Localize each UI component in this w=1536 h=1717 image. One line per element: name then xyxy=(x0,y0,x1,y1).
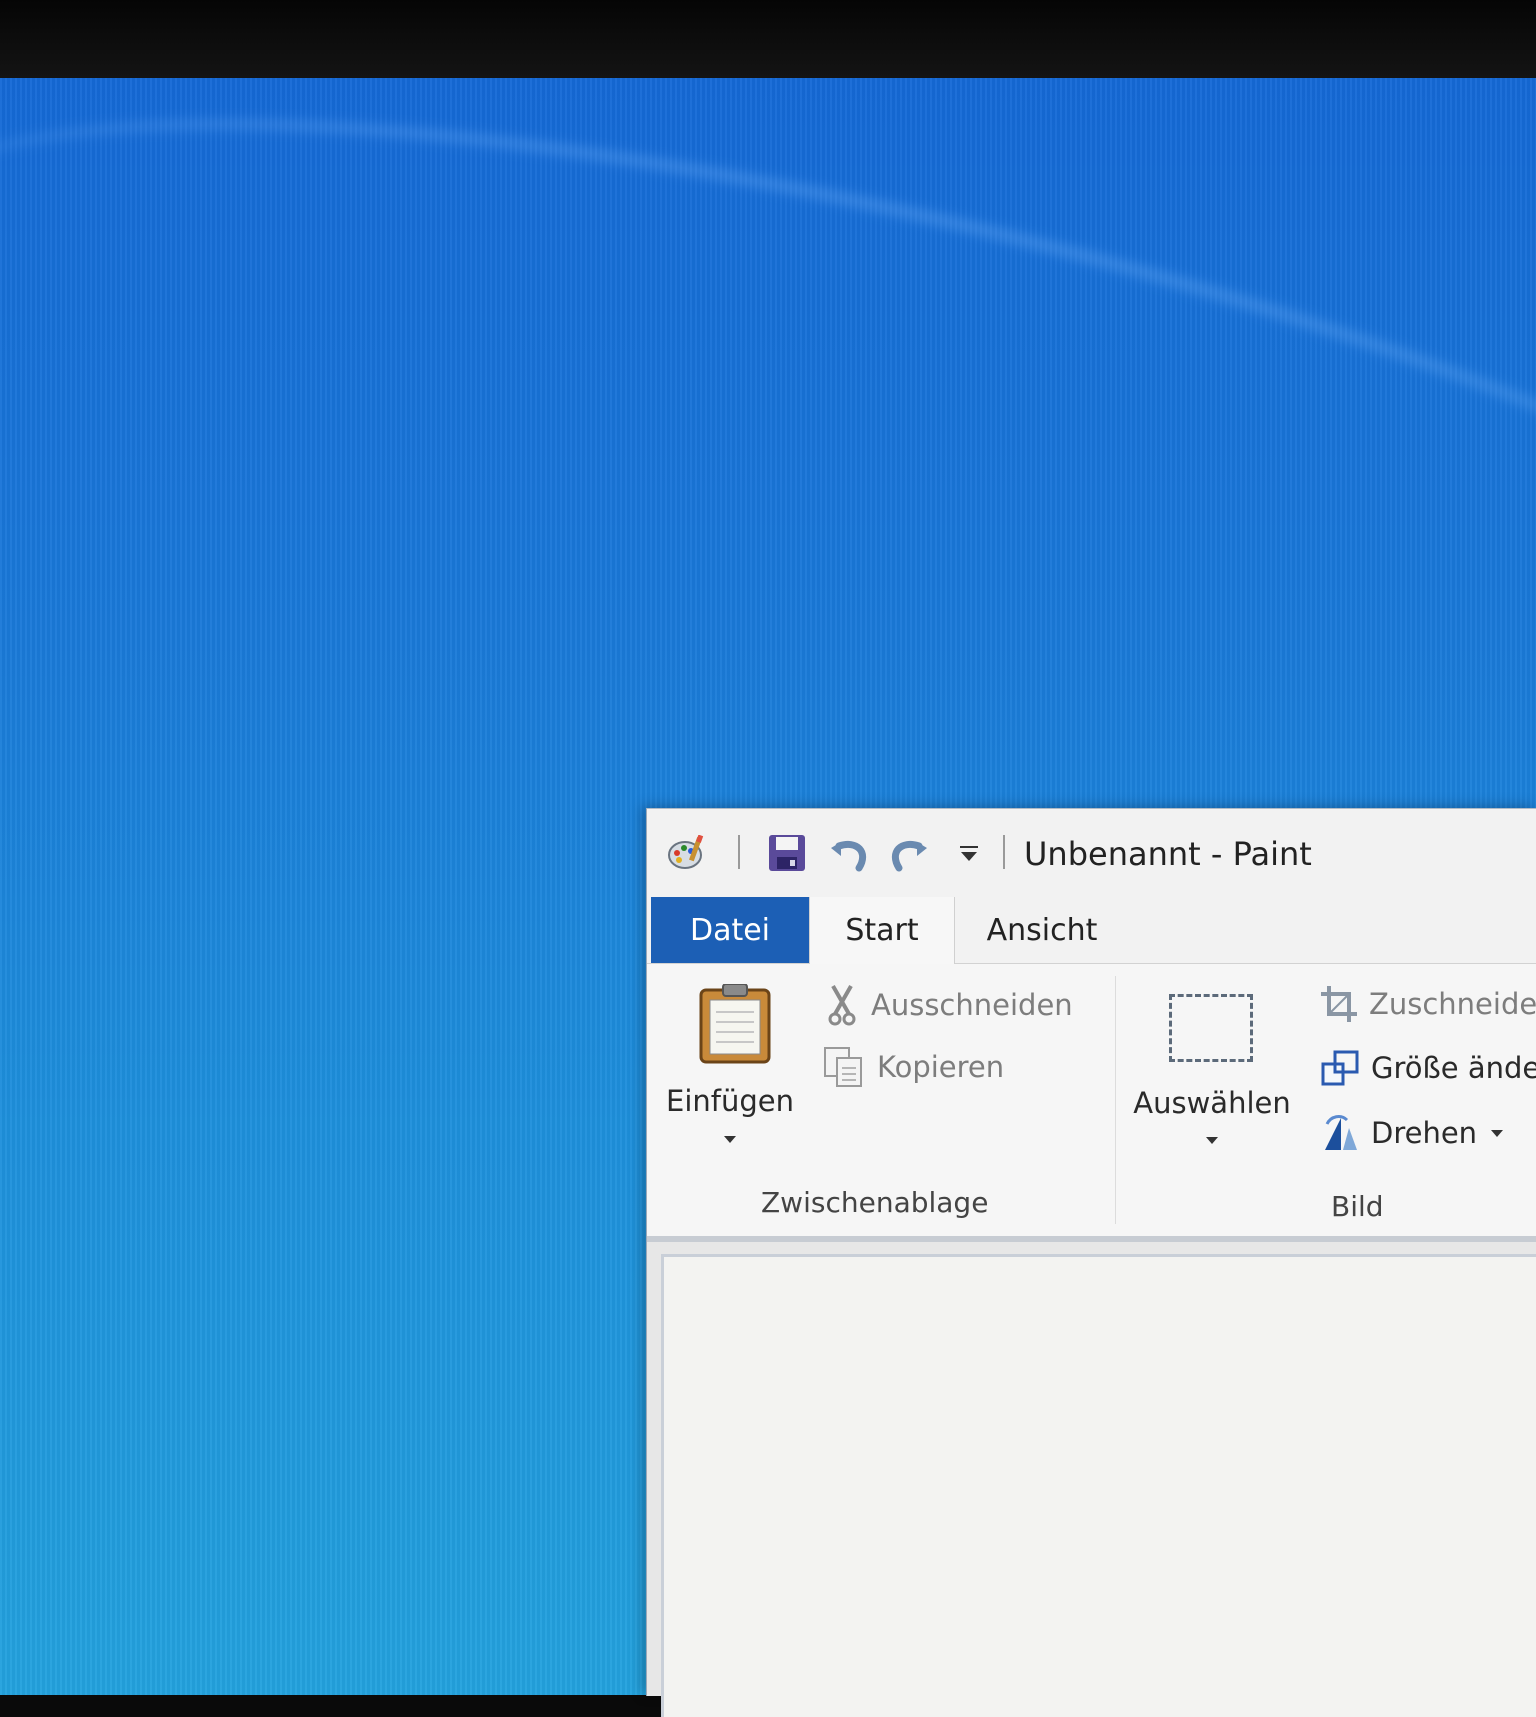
image-group-label: Bild xyxy=(1331,1190,1384,1223)
crop-icon xyxy=(1321,986,1357,1022)
ribbon-tabs: Datei Start Ansicht xyxy=(647,897,1536,964)
copy-icon xyxy=(823,1046,865,1088)
paint-window: Unbenannt - Paint Datei Start Ansicht Ei… xyxy=(646,808,1536,1717)
clipboard-group-label: Zwischenablage xyxy=(761,1186,989,1219)
chevron-down-icon xyxy=(1206,1137,1218,1144)
cut-button[interactable]: Ausschneiden xyxy=(827,984,1073,1026)
resize-label: Größe ände xyxy=(1371,1051,1536,1085)
qat-separator xyxy=(738,835,740,869)
paint-app-icon[interactable] xyxy=(667,833,707,873)
scissors-icon xyxy=(827,984,857,1026)
rotate-button[interactable]: Drehen xyxy=(1319,1114,1504,1152)
undo-icon[interactable] xyxy=(829,833,869,873)
monitor-bezel xyxy=(0,0,1536,78)
redo-icon[interactable] xyxy=(889,833,929,873)
tab-file[interactable]: Datei xyxy=(651,897,809,963)
save-icon[interactable] xyxy=(767,833,807,873)
paste-label: Einfügen xyxy=(666,1084,794,1118)
rotate-label: Drehen xyxy=(1371,1116,1478,1150)
crop-label: Zuschneide xyxy=(1369,987,1536,1021)
group-separator xyxy=(1115,976,1116,1224)
qat-separator xyxy=(1003,835,1005,869)
window-title: Unbenannt - Paint xyxy=(1024,835,1312,873)
rotate-icon xyxy=(1319,1114,1359,1152)
paste-button[interactable]: Einfügen xyxy=(663,974,797,1164)
tab-view[interactable]: Ansicht xyxy=(957,897,1127,963)
title-bar[interactable]: Unbenannt - Paint xyxy=(647,809,1536,897)
select-button[interactable]: Auswählen xyxy=(1127,974,1297,1164)
resize-button[interactable]: Größe ände xyxy=(1321,1050,1536,1086)
tab-start[interactable]: Start xyxy=(809,897,955,964)
chevron-down-icon xyxy=(724,1136,736,1143)
clipboard-icon xyxy=(699,983,771,1068)
copy-button[interactable]: Kopieren xyxy=(823,1046,1004,1088)
drawing-canvas[interactable] xyxy=(661,1254,1536,1717)
select-label: Auswählen xyxy=(1133,1086,1291,1120)
cut-label: Ausschneiden xyxy=(871,988,1073,1022)
canvas-workspace xyxy=(647,1242,1536,1717)
ribbon-home: Einfügen Ausschneiden Kopieren Zwischena… xyxy=(647,964,1536,1242)
chevron-down-icon xyxy=(1491,1129,1504,1137)
selection-rectangle-icon xyxy=(1169,994,1253,1062)
customize-qat-icon[interactable] xyxy=(949,833,989,873)
copy-label: Kopieren xyxy=(877,1050,1005,1084)
crop-button[interactable]: Zuschneide xyxy=(1321,986,1536,1022)
resize-icon xyxy=(1321,1050,1359,1086)
